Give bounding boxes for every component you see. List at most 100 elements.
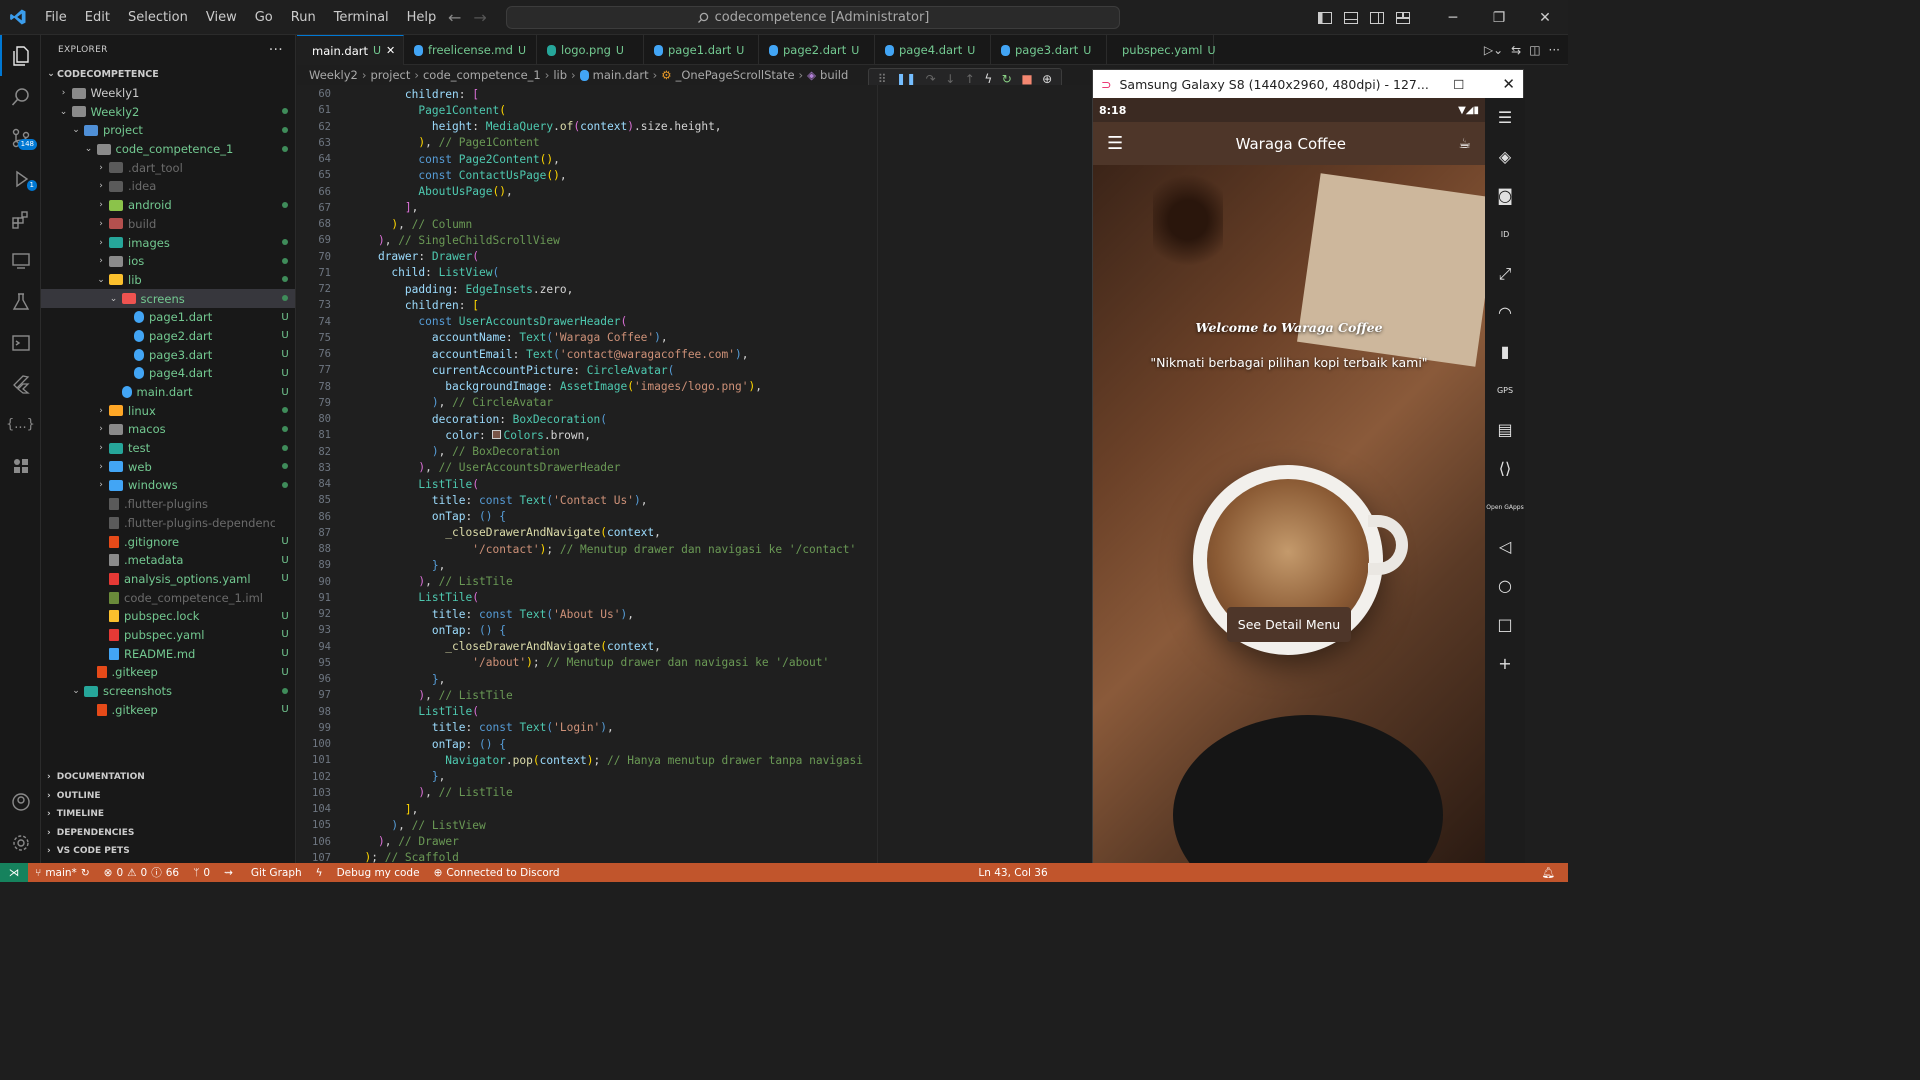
folder-item[interactable]: ⌄ project: [41, 121, 295, 140]
source-control-icon[interactable]: 148: [0, 117, 41, 158]
pause-icon[interactable]: ❚❚: [896, 72, 916, 86]
tab-freelicense-md[interactable]: freelicense.md U: [404, 35, 537, 65]
file-item[interactable]: page2.dart U: [41, 327, 295, 346]
section-dependencies[interactable]: › DEPENDENCIES: [41, 824, 296, 843]
extensions-icon[interactable]: [0, 199, 41, 240]
opengapps-icon[interactable]: Open GApps: [1485, 488, 1525, 527]
ports-indicator[interactable]: ᛘ0: [186, 867, 217, 879]
menu-terminal[interactable]: Terminal: [325, 0, 398, 35]
open-changes-icon[interactable]: ⇆: [1511, 43, 1521, 57]
file-item[interactable]: pubspec.yaml U: [41, 626, 295, 645]
fullscreen-icon[interactable]: ⤢: [1485, 254, 1525, 293]
breadcrumb-item[interactable]: build: [820, 68, 848, 82]
terminal-view-icon[interactable]: [0, 322, 41, 363]
file-item[interactable]: .gitignore U: [41, 532, 295, 551]
gps-icon[interactable]: GPS: [1485, 371, 1525, 410]
run-dropdown-icon[interactable]: ▷⌄: [1484, 43, 1503, 57]
folder-item[interactable]: › web: [41, 457, 295, 476]
sd-card-icon[interactable]: ▮: [1485, 332, 1525, 371]
tab-page4-dart[interactable]: page4.dart U: [875, 35, 991, 65]
add-icon[interactable]: +: [1485, 644, 1525, 683]
section-outline[interactable]: › OUTLINE: [41, 787, 296, 806]
drag-handle-icon[interactable]: ⠿: [878, 72, 887, 86]
sync-icon[interactable]: ↻: [81, 867, 90, 879]
step-out-icon[interactable]: ↑: [965, 72, 975, 86]
file-item[interactable]: code_competence_1.iml: [41, 588, 295, 607]
resize-icon[interactable]: ⟨⟩: [1485, 449, 1525, 488]
cursor-position[interactable]: Ln 43, Col 36: [971, 866, 1054, 879]
tab-page3-dart[interactable]: page3.dart U: [991, 35, 1107, 65]
toggle-secondary-sidebar-icon[interactable]: [1364, 0, 1390, 35]
close-window-button[interactable]: ✕: [1522, 0, 1568, 35]
section-timeline[interactable]: › TIMELINE: [41, 805, 296, 824]
branch-indicator[interactable]: ⑂ main* ↻: [28, 867, 97, 879]
file-item[interactable]: page1.dart U: [41, 308, 295, 327]
hot-reload-icon[interactable]: ϟ: [984, 72, 992, 86]
explorer-icon[interactable]: [0, 35, 41, 76]
folder-item[interactable]: ⌄ Weekly2: [41, 102, 295, 121]
breadcrumb-item[interactable]: main.dart: [593, 68, 649, 82]
folder-item[interactable]: › .idea: [41, 177, 295, 196]
back-arrow-icon[interactable]: ←: [448, 8, 461, 27]
code-editor[interactable]: 60 children: [61 Page1Content(62 height:…: [297, 85, 1092, 863]
tab-pubspec-yaml[interactable]: pubspec.yaml U: [1107, 35, 1216, 65]
run-debug-icon[interactable]: 1: [0, 158, 41, 199]
menu-edit[interactable]: Edit: [76, 0, 119, 35]
folder-item[interactable]: › .dart_tool: [41, 158, 295, 177]
file-item[interactable]: .gitkeep U: [41, 700, 295, 719]
breadcrumb-item[interactable]: lib: [553, 68, 567, 82]
ui-widgets-icon[interactable]: [0, 445, 41, 486]
emulator-maximize-button[interactable]: ☐: [1453, 77, 1464, 92]
notifications-bell-icon[interactable]: 🔔︎: [1535, 866, 1562, 879]
testing-icon[interactable]: [0, 281, 41, 322]
menu-view[interactable]: View: [197, 0, 246, 35]
json-icon[interactable]: {...}: [0, 404, 41, 445]
folder-item[interactable]: › ios: [41, 252, 295, 271]
file-item[interactable]: main.dart U: [41, 383, 295, 402]
tab-logo-png[interactable]: logo.png U: [537, 35, 644, 65]
file-item[interactable]: README.md U: [41, 644, 295, 663]
explorer-root[interactable]: ⌄ CODECOMPETENCE: [41, 65, 295, 84]
tab-main-dart[interactable]: main.dart U ✕: [297, 35, 404, 65]
menu-help[interactable]: Help: [398, 0, 446, 35]
command-center[interactable]: codecompetence [Administrator]: [506, 6, 1120, 29]
menu-run[interactable]: Run: [282, 0, 325, 35]
forward-arrow-icon[interactable]: →: [473, 8, 486, 27]
device-id-icon[interactable]: ID: [1485, 215, 1525, 254]
folder-item[interactable]: ⌄ lib: [41, 271, 295, 290]
folder-item[interactable]: › windows: [41, 476, 295, 495]
folder-item[interactable]: › android: [41, 196, 295, 215]
discord-item[interactable]: ⊕ Connected to Discord: [427, 867, 567, 879]
phone-screen[interactable]: 8:18 ▼◢▮ ☰ Waraga Coffee ☕ Welcome to Wa…: [1093, 98, 1485, 868]
minimize-button[interactable]: ─: [1430, 0, 1476, 35]
editor-more-icon[interactable]: ···: [1549, 43, 1560, 57]
breadcrumb-item[interactable]: _OnePageScrollState: [676, 68, 795, 82]
file-item[interactable]: analysis_options.yaml U: [41, 570, 295, 589]
step-into-icon[interactable]: ↓: [945, 72, 955, 86]
accounts-icon[interactable]: [0, 781, 41, 822]
drawer-menu-icon[interactable]: ☰: [1107, 133, 1123, 154]
manage-gear-icon[interactable]: [0, 822, 41, 863]
coffee-cup-icon[interactable]: ☕: [1458, 136, 1471, 152]
toggle-primary-sidebar-icon[interactable]: [1312, 0, 1338, 35]
folder-item[interactable]: ⌄ screens: [41, 289, 295, 308]
breadcrumb-item[interactable]: Weekly2: [309, 68, 358, 82]
file-item[interactable]: page4.dart U: [41, 364, 295, 383]
tab-close-icon[interactable]: ✕: [386, 44, 395, 57]
section-vs-code-pets[interactable]: › VS CODE PETS: [41, 842, 296, 861]
file-item[interactable]: pubspec.lock U: [41, 607, 295, 626]
screenshot-icon[interactable]: ◙: [1485, 176, 1525, 215]
folder-item[interactable]: › build: [41, 215, 295, 234]
folder-item[interactable]: › Weekly1: [41, 84, 295, 103]
emulator-close-button[interactable]: ✕: [1502, 75, 1515, 93]
home-icon[interactable]: ○: [1485, 566, 1525, 605]
folder-item[interactable]: › images: [41, 233, 295, 252]
breadcrumb-item[interactable]: project: [370, 68, 410, 82]
git-graph-item[interactable]: ⇝ Git Graph: [217, 867, 309, 879]
toggle-panel-icon[interactable]: [1338, 0, 1364, 35]
breadcrumb-item[interactable]: code_competence_1: [423, 68, 541, 82]
remote-explorer-icon[interactable]: [0, 240, 41, 281]
split-editor-icon[interactable]: ◫: [1529, 43, 1540, 57]
recents-icon[interactable]: □: [1485, 605, 1525, 644]
menu-selection[interactable]: Selection: [119, 0, 197, 35]
